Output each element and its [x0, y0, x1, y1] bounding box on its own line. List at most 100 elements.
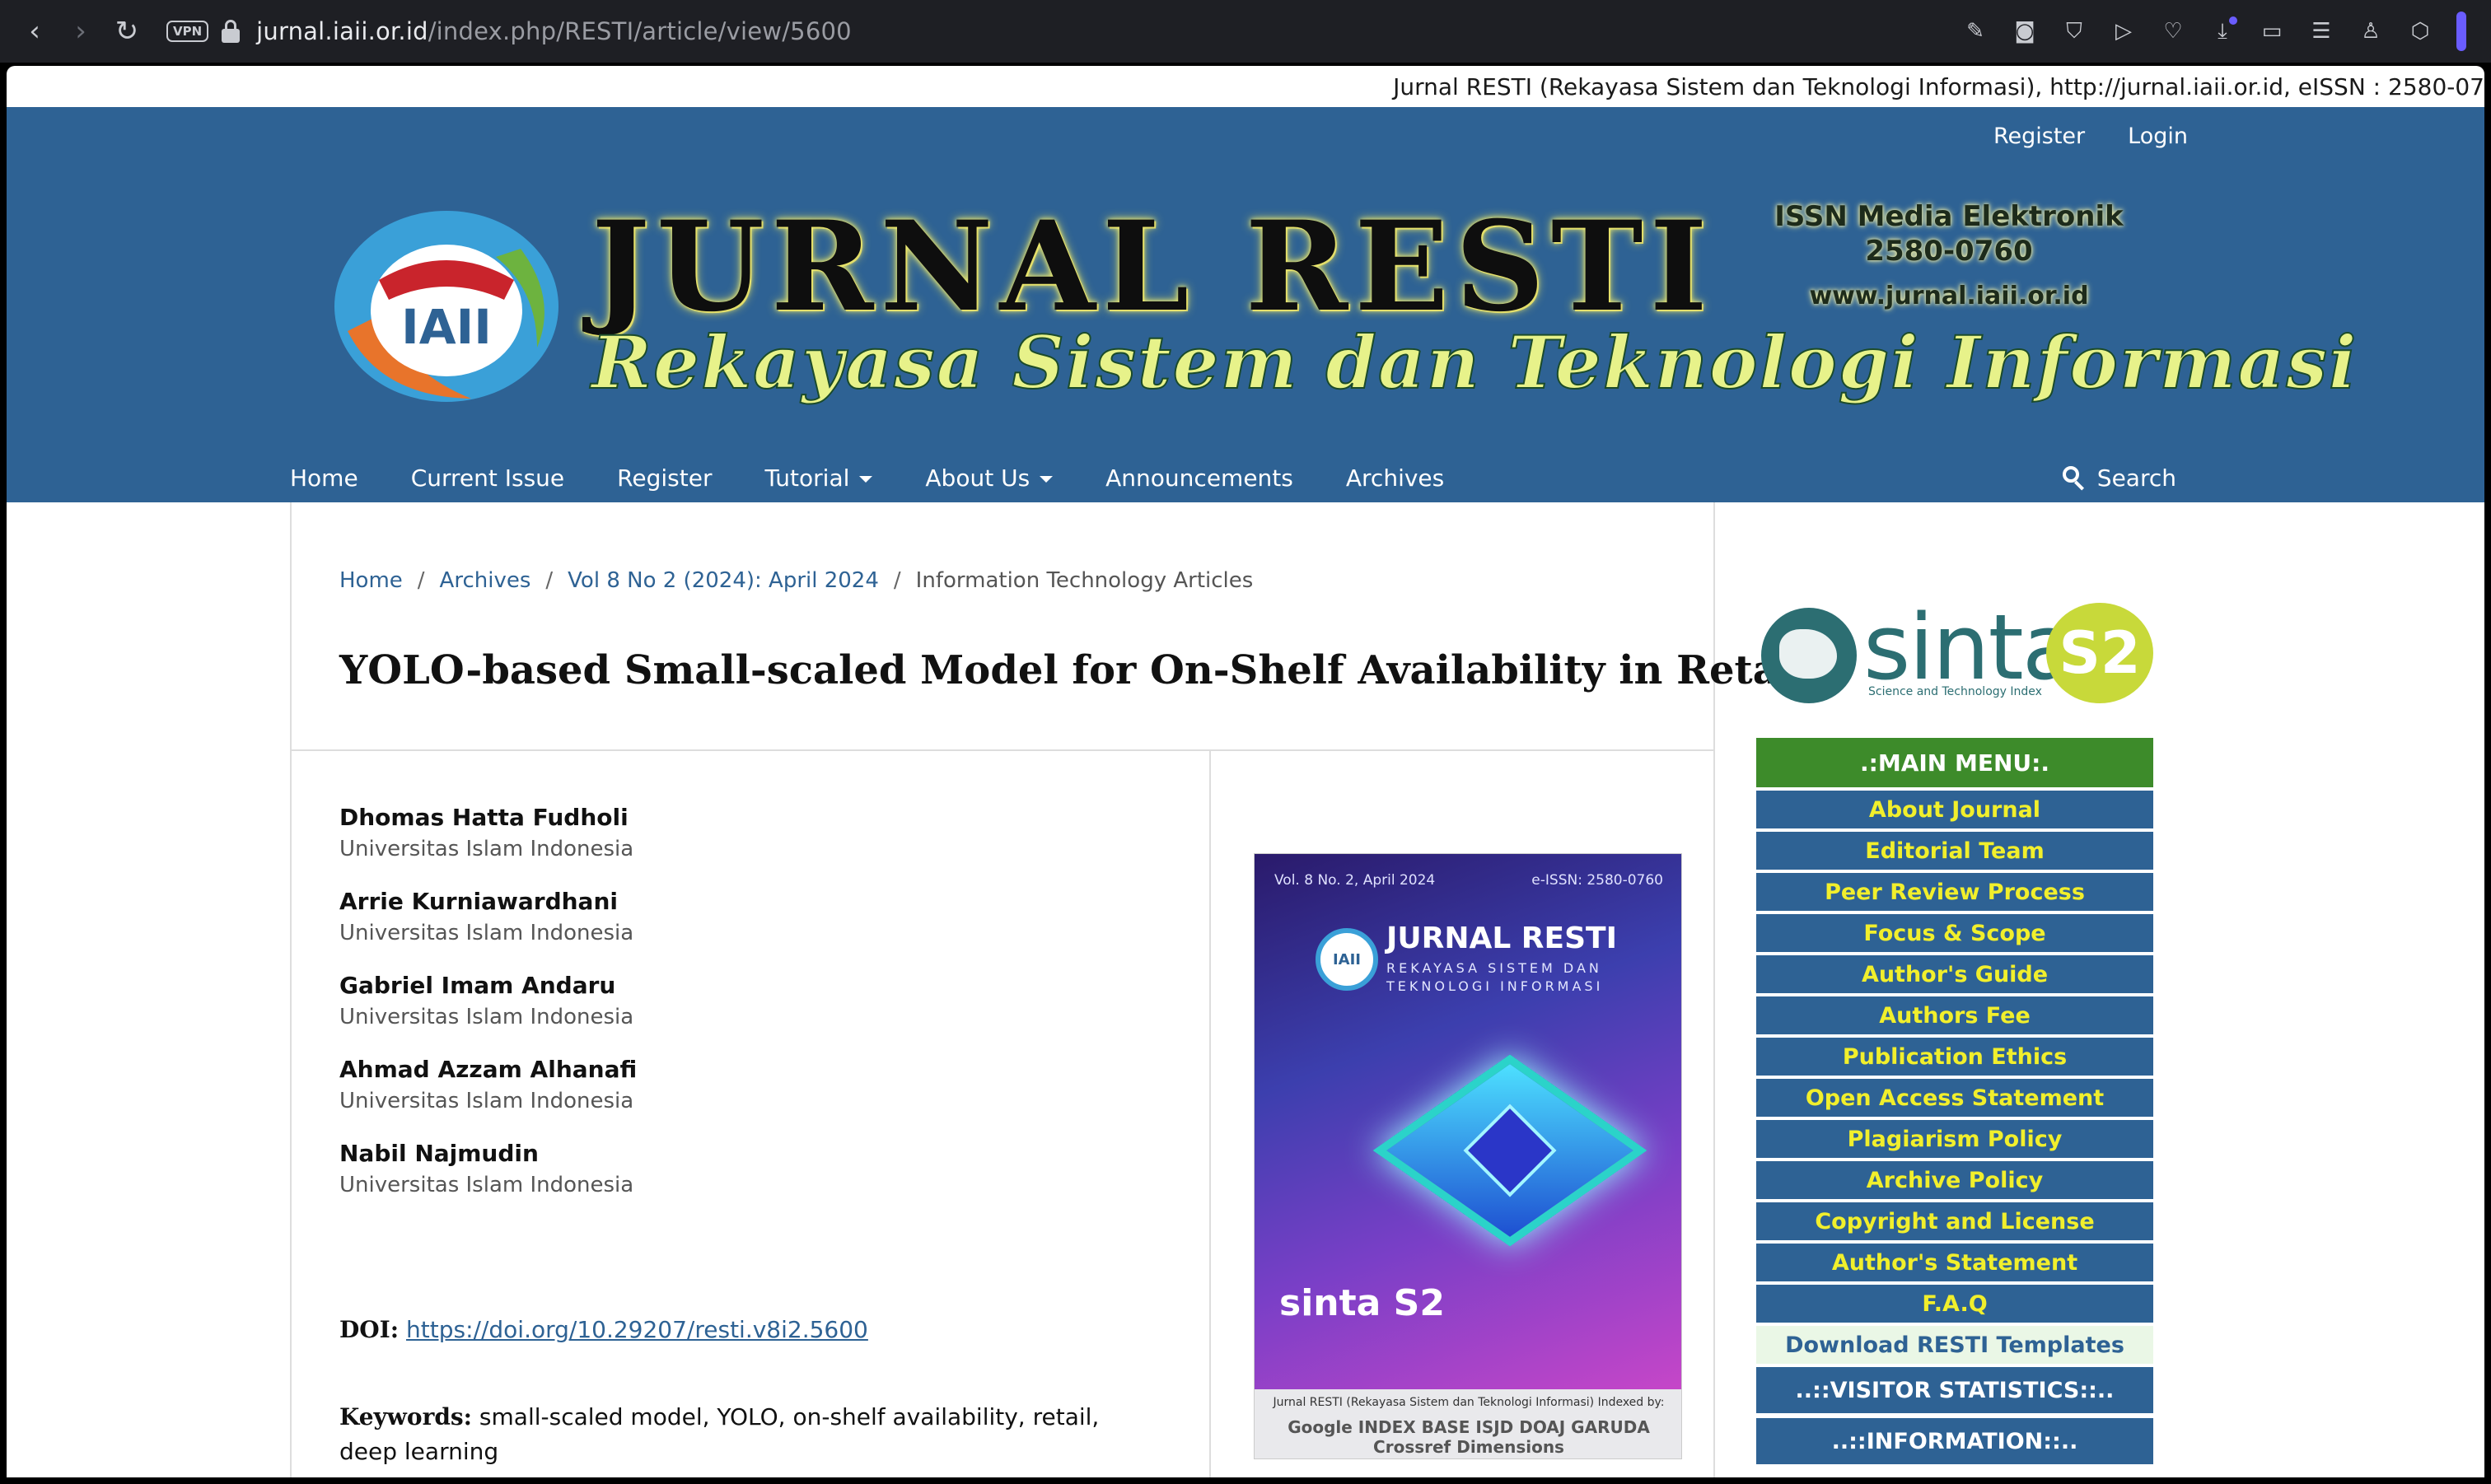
nav-current-issue-label: Current Issue — [410, 464, 565, 492]
breadcrumb-archives[interactable]: Archives — [440, 568, 531, 593]
keywords-label: Keywords: — [339, 1403, 473, 1430]
breadcrumb-home[interactable]: Home — [339, 568, 403, 593]
nav-tutorial[interactable]: Tutorial — [764, 464, 873, 492]
address-bar[interactable]: jurnal.iaii.or.id/index.php/RESTI/articl… — [256, 17, 852, 45]
nav-archives-label: Archives — [1345, 464, 1445, 492]
url-host: jurnal.iaii.or.id — [256, 17, 428, 45]
menu-icon[interactable]: ☰ — [2308, 18, 2334, 44]
nav-announcements[interactable]: Announcements — [1105, 464, 1293, 492]
cover-subtitle-line: TEKNOLOGI INFORMASI — [1386, 978, 1604, 994]
cover-footer-text: Jurnal RESTI (Rekayasa Sistem dan Teknol… — [1273, 1396, 1665, 1409]
cover-subtitle: REKAYASA SISTEM DAN TEKNOLOGI INFORMASI — [1386, 959, 1603, 996]
browser-toolbar: ‹ › ↻ VPN jurnal.iaii.or.id/index.php/RE… — [0, 0, 2491, 63]
author-affiliation: Universitas Islam Indonesia — [339, 1089, 634, 1113]
doi-link[interactable]: https://doi.org/10.29207/resti.v8i2.5600 — [406, 1316, 868, 1343]
search-label: Search — [2096, 464, 2176, 492]
cover-volume: Vol. 8 No. 2, April 2024 — [1274, 872, 1436, 889]
author-affiliation: Universitas Islam Indonesia — [339, 921, 634, 945]
login-link[interactable]: Login — [2128, 124, 2188, 149]
reload-icon[interactable]: ↻ — [104, 8, 150, 54]
menu-item-peer-review[interactable]: Peer Review Process — [1756, 873, 2153, 911]
journal-subtitle: Rekayasa Sistem dan Teknologi Informasi — [591, 319, 2358, 406]
author-affiliation: Universitas Islam Indonesia — [339, 1005, 634, 1029]
divider — [1209, 749, 1211, 1477]
heart-icon[interactable]: ♡ — [2160, 18, 2186, 44]
sinta-logo[interactable]: sinta Science and Technology Index S2 — [1761, 595, 2157, 707]
cover-logo: IAII — [1316, 928, 1378, 991]
nav-announcements-label: Announcements — [1105, 464, 1293, 492]
user-nav: Register Login — [1993, 124, 2188, 149]
cover-indexers: Google INDEX BASE ISJD DOAJ GARUDA Cross… — [1288, 1417, 1650, 1457]
nav-current-issue[interactable]: Current Issue — [411, 464, 564, 492]
menu-item-open-access[interactable]: Open Access Statement — [1756, 1079, 2153, 1117]
vpn-badge[interactable]: VPN — [166, 21, 209, 42]
download-templates-link[interactable]: Download RESTI Templates — [1756, 1326, 2153, 1364]
cover-header: Vol. 8 No. 2, April 2024 e-ISSN: 2580-07… — [1274, 872, 1663, 889]
cover-subtitle-line: REKAYASA SISTEM DAN — [1386, 960, 1602, 976]
page-title: YOLO-based Small-scaled Model for On-She… — [339, 647, 1809, 693]
menu-item-faq[interactable]: F.A.Q — [1756, 1285, 2153, 1323]
sinta-rank-badge: S2 — [2046, 603, 2153, 703]
author-item: Ahmad Azzam Alhanafi Universitas Islam I… — [339, 1054, 1180, 1117]
menu-item-archive-policy[interactable]: Archive Policy — [1756, 1161, 2153, 1199]
breadcrumb-issue[interactable]: Vol 8 No 2 (2024): April 2024 — [568, 568, 879, 593]
menu-item-copyright[interactable]: Copyright and License — [1756, 1202, 2153, 1240]
author-list: Dhomas Hatta Fudholi Universitas Islam I… — [339, 802, 1180, 1222]
author-item: Gabriel Imam Andaru Universitas Islam In… — [339, 970, 1180, 1033]
menu-item-about-journal[interactable]: About Journal — [1756, 791, 2153, 828]
cover-title: JURNAL RESTI — [1386, 922, 1618, 955]
issue-cover-image[interactable]: Vol. 8 No. 2, April 2024 e-ISSN: 2580-07… — [1254, 853, 1682, 1459]
author-item: Nabil Najmudin Universitas Islam Indones… — [339, 1138, 1180, 1201]
marquee-text: Jurnal RESTI (Rekayasa Sistem dan Teknol… — [1393, 72, 2484, 100]
menu-item-authors-statement[interactable]: Author's Statement — [1756, 1244, 2153, 1281]
menu-item-plagiarism-policy[interactable]: Plagiarism Policy — [1756, 1120, 2153, 1158]
nav-home-label: Home — [290, 464, 358, 492]
visitor-statistics-heading: ..::VISITOR STATISTICS::.. — [1756, 1367, 2153, 1413]
nav-home[interactable]: Home — [290, 464, 358, 492]
battery-icon[interactable]: ▭ — [2259, 18, 2285, 44]
camera-icon[interactable]: ◙ — [2012, 18, 2038, 44]
lock-icon[interactable] — [222, 20, 241, 43]
issn-label: ISSN Media Elektronik — [1774, 200, 2124, 233]
search-icon — [2062, 466, 2086, 491]
web-page: Jurnal RESTI (Rekayasa Sistem dan Teknol… — [7, 66, 2484, 1477]
nav-about-us[interactable]: About Us — [925, 464, 1054, 492]
edit-icon[interactable]: ✎ — [1962, 18, 1989, 44]
menu-item-authors-guide[interactable]: Author's Guide — [1756, 955, 2153, 993]
download-icon[interactable]: ⤓ — [2209, 16, 2237, 44]
journal-title: JURNAL RESTI — [591, 194, 1714, 339]
sidebar-toggle[interactable] — [2456, 12, 2466, 51]
nav-tutorial-label: Tutorial — [764, 464, 850, 492]
chevron-down-icon — [859, 476, 873, 483]
breadcrumb: Home / Archives / Vol 8 No 2 (2024): April 2… — [339, 568, 1253, 593]
search-button[interactable]: Search — [2062, 453, 2176, 502]
nav-register-label: Register — [617, 464, 713, 492]
profile-icon[interactable]: ♙ — [2358, 18, 2384, 44]
doi-row: DOI: https://doi.org/10.29207/resti.v8i2… — [339, 1316, 868, 1343]
menu-item-authors-fee[interactable]: Authors Fee — [1756, 996, 2153, 1034]
cube-icon[interactable]: ⬡ — [2407, 18, 2433, 44]
journal-banner[interactable]: IAII JURNAL RESTI Rekayasa Sistem dan Te… — [323, 194, 2357, 446]
cover-artwork: Vol. 8 No. 2, April 2024 e-ISSN: 2580-07… — [1255, 854, 1681, 1389]
chevron-down-icon — [1040, 476, 1054, 483]
menu-item-editorial-team[interactable]: Editorial Team — [1756, 832, 2153, 870]
shield-icon[interactable]: ⛉ — [2061, 18, 2087, 44]
nav-register[interactable]: Register — [617, 464, 712, 492]
cover-eissn: e-ISSN: 2580-0760 — [1531, 872, 1663, 889]
forward-icon[interactable]: › — [58, 8, 104, 54]
menu-item-focus-scope[interactable]: Focus & Scope — [1756, 914, 2153, 952]
author-name: Ahmad Azzam Alhanafi — [339, 1056, 638, 1083]
issn-block: ISSN Media Elektronik 2580-0760 www.jurn… — [1760, 199, 2138, 310]
register-link[interactable]: Register — [1993, 124, 2085, 149]
play-icon[interactable]: ▷ — [2110, 18, 2137, 44]
information-heading: ..::INFORMATION::.. — [1756, 1418, 2153, 1464]
breadcrumb-separator: / — [417, 568, 425, 593]
divider — [292, 749, 1715, 751]
main-nav: Home Current Issue Register Tutorial Abo… — [290, 453, 2176, 502]
menu-title: .:MAIN MENU:. — [1756, 738, 2153, 791]
nav-archives[interactable]: Archives — [1346, 464, 1444, 492]
cover-sinta: sinta S2 — [1279, 1282, 1445, 1324]
menu-item-publication-ethics[interactable]: Publication Ethics — [1756, 1038, 2153, 1076]
back-icon[interactable]: ‹ — [12, 8, 58, 54]
url-path: /index.php/RESTI/article/view/5600 — [428, 17, 852, 45]
